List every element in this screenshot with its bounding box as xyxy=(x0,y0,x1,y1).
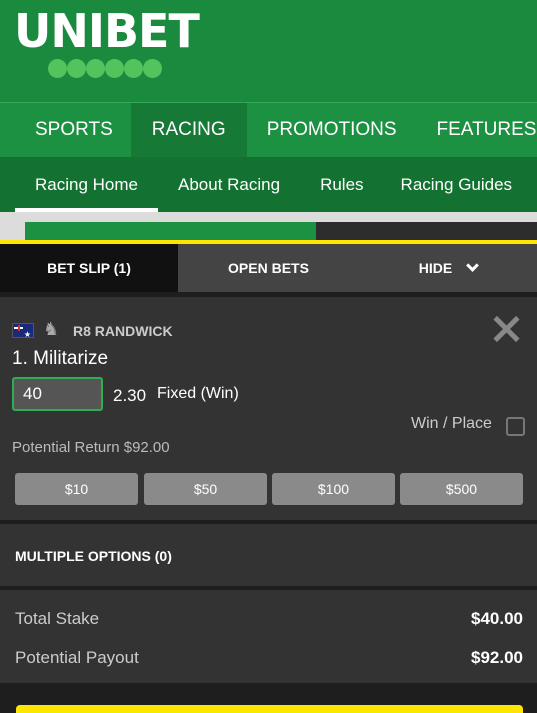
tab-open-bets[interactable]: OPEN BETS xyxy=(178,244,359,292)
hide-button[interactable]: HIDE xyxy=(359,244,537,292)
bet-totals: Total Stake $40.00 Potential Payout $92.… xyxy=(0,590,537,683)
potential-payout-value: $92.00 xyxy=(471,648,523,667)
win-place-checkbox[interactable] xyxy=(506,417,525,436)
place-bet-button[interactable] xyxy=(16,705,523,713)
runner-name: 1. Militarize xyxy=(12,348,109,369)
unibet-logo[interactable]: UNIBET xyxy=(14,8,200,54)
odds-value: 2.30 xyxy=(113,386,147,405)
bet-slip-tabs: BET SLIP (1) OPEN BETS HIDE xyxy=(0,244,537,292)
chevron-down-icon xyxy=(466,259,480,272)
sub-nav-about-racing[interactable]: About Racing xyxy=(178,157,280,212)
quick-stake-10-button[interactable]: $10 xyxy=(15,473,138,505)
site-header: UNIBET xyxy=(0,0,537,102)
main-nav-sports[interactable]: SPORTS xyxy=(0,103,131,157)
hide-label: HIDE xyxy=(418,260,453,276)
bet-item: ♞ R8 RANDWICK 1. Militarize 2.30 Fixed (… xyxy=(0,297,537,520)
bet-slip-panel: BET SLIP (1) OPEN BETS HIDE ♞ R8 RANDWIC… xyxy=(0,240,537,713)
page: UNIBET SPORTS RACING PROMOTIONS FEATURES… xyxy=(0,0,537,713)
total-stake-label: Total Stake xyxy=(15,609,100,628)
race-name: R8 RANDWICK xyxy=(73,323,173,339)
bet-type: Fixed (Win) xyxy=(157,385,239,402)
logo-dots xyxy=(48,59,162,78)
stake-input[interactable] xyxy=(12,377,103,411)
potential-payout-label: Potential Payout xyxy=(15,648,139,667)
close-icon[interactable] xyxy=(491,315,521,345)
quick-stake-50-button[interactable]: $50 xyxy=(144,473,267,505)
main-nav-features[interactable]: FEATURES xyxy=(417,103,537,157)
sub-nav: Racing Home About Racing Rules Racing Gu… xyxy=(0,157,537,212)
quick-stake-500-button[interactable]: $500 xyxy=(400,473,523,505)
page-content-peek xyxy=(0,212,537,240)
sub-nav-racing-guides[interactable]: Racing Guides xyxy=(401,157,513,212)
main-nav: SPORTS RACING PROMOTIONS FEATURES xyxy=(0,102,537,157)
total-stake-value: $40.00 xyxy=(471,609,523,628)
multiple-options-label: MULTIPLE OPTIONS (0) xyxy=(15,548,172,564)
tab-bet-slip[interactable]: BET SLIP (1) xyxy=(0,244,178,292)
main-nav-racing[interactable]: RACING xyxy=(130,103,247,157)
win-place-label: Win / Place xyxy=(411,415,492,432)
australia-flag-icon xyxy=(12,323,34,339)
main-nav-promotions[interactable]: PROMOTIONS xyxy=(247,103,417,157)
sub-nav-racing-home[interactable]: Racing Home xyxy=(15,157,158,212)
horse-racing-icon: ♞ xyxy=(43,319,60,339)
sub-nav-rules[interactable]: Rules xyxy=(320,157,363,212)
multiple-options-section[interactable]: MULTIPLE OPTIONS (0) xyxy=(0,524,537,586)
quick-stake-100-button[interactable]: $100 xyxy=(272,473,395,505)
potential-return: Potential Return $92.00 xyxy=(12,439,170,456)
